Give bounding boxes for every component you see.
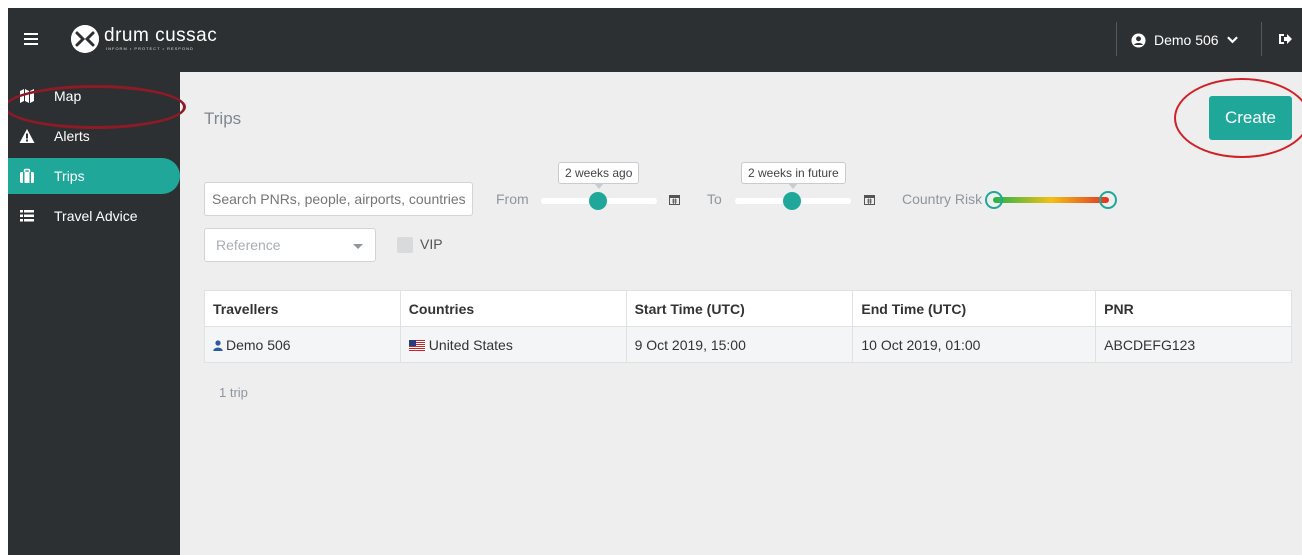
table-header-row: Travellers Countries Start Time (UTC) En… (204, 290, 1292, 327)
country-risk-slider[interactable] (985, 191, 1117, 209)
column-header[interactable]: End Time (UTC) (852, 290, 1097, 327)
country-risk-label: Country Risk (902, 191, 983, 207)
user-menu[interactable]: Demo 506 (1131, 30, 1238, 50)
from-slider[interactable] (541, 184, 657, 218)
caret-down-icon (353, 244, 363, 249)
user-avatar-icon (1131, 32, 1146, 48)
person-icon (213, 339, 223, 351)
brand-tagline: INFORM • PROTECT • RESPOND (106, 46, 194, 51)
top-bar: drum cussac INFORM • PROTECT • RESPOND D… (8, 8, 1302, 72)
to-value-tooltip: 2 weeks in future (741, 162, 846, 189)
warning-icon (19, 129, 35, 143)
logout-icon[interactable] (1278, 32, 1292, 46)
sidebar-item-map[interactable]: Map (8, 78, 180, 114)
user-name: Demo 506 (1154, 32, 1219, 48)
to-slider[interactable] (735, 184, 851, 218)
calendar-icon[interactable] (864, 194, 875, 205)
briefcase-icon (20, 168, 34, 183)
topbar-divider (1116, 22, 1117, 56)
us-flag-icon (408, 339, 425, 351)
search-input[interactable] (204, 182, 473, 216)
from-label: From (496, 191, 529, 207)
slider-handle[interactable] (589, 192, 607, 210)
chevron-down-icon (1226, 36, 1238, 44)
calendar-icon[interactable] (669, 194, 680, 205)
vip-label: VIP (420, 236, 443, 252)
sidebar-item-label: Trips (54, 168, 85, 184)
map-icon (20, 89, 34, 103)
end-time-cell: 10 Oct 2019, 01:00 (852, 326, 1097, 363)
logo-mark-icon (71, 25, 99, 53)
from-value-tooltip: 2 weeks ago (558, 162, 640, 189)
sidebar-item-label: Alerts (54, 128, 90, 144)
sidebar-item-alerts[interactable]: Alerts (8, 118, 180, 154)
country-name: United States (428, 336, 513, 353)
column-header[interactable]: Start Time (UTC) (625, 290, 854, 327)
create-button[interactable]: Create (1209, 96, 1292, 140)
slider-handle[interactable] (783, 192, 801, 210)
traveller-name: Demo 506 (226, 336, 291, 353)
vip-checkbox[interactable] (397, 237, 413, 253)
pnr-cell: ABCDEFG123 (1095, 326, 1292, 363)
sidebar-item-label: Travel Advice (54, 208, 138, 224)
sidebar: Map Alerts Trips Travel Advice (8, 72, 180, 555)
country-cell: United States (399, 326, 627, 363)
risk-gradient-bar (993, 197, 1109, 203)
menu-icon[interactable] (24, 33, 38, 45)
list-icon (20, 210, 34, 222)
page-title: Trips (204, 109, 242, 128)
to-label: To (707, 191, 722, 207)
risk-max-handle[interactable] (1099, 191, 1117, 209)
table-row[interactable]: Demo 506 United States 9 Oct 2019, 15:00… (204, 326, 1292, 363)
brand-name: drum cussac (104, 25, 218, 46)
sidebar-item-trips[interactable]: Trips (8, 158, 180, 194)
risk-min-handle[interactable] (985, 191, 1003, 209)
app-frame: drum cussac INFORM • PROTECT • RESPOND D… (8, 8, 1302, 555)
trips-table: Travellers Countries Start Time (UTC) En… (204, 290, 1292, 363)
column-header[interactable]: PNR (1095, 290, 1292, 327)
sidebar-item-label: Map (54, 88, 82, 104)
topbar-divider (1261, 22, 1262, 56)
trip-count: 1 trip (219, 385, 248, 400)
reference-select[interactable]: Reference (204, 228, 376, 262)
traveller-cell: Demo 506 (204, 326, 401, 363)
start-time-cell: 9 Oct 2019, 15:00 (625, 326, 854, 363)
column-header[interactable]: Travellers (204, 290, 401, 327)
column-header[interactable]: Countries (399, 290, 627, 327)
sidebar-item-travel-advice[interactable]: Travel Advice (8, 198, 180, 234)
reference-placeholder: Reference (216, 237, 281, 253)
